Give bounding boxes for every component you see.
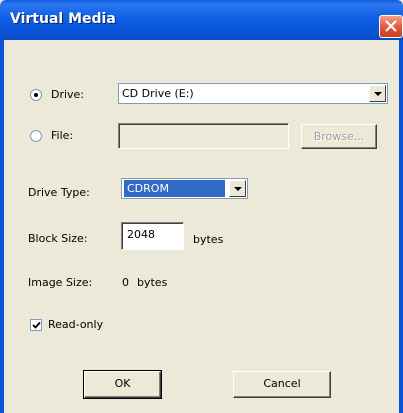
drive-type-select[interactable]: CDROM <box>121 178 248 199</box>
drive-label: Drive: <box>51 88 85 101</box>
image-size-label: Image Size: <box>28 276 93 289</box>
ok-button-label: OK <box>114 377 131 390</box>
drive-radio[interactable] <box>30 89 42 101</box>
drive-radio-dot <box>34 93 38 97</box>
chevron-down-icon <box>234 187 242 191</box>
drive-dropdown-button[interactable] <box>369 85 386 102</box>
drive-type-dropdown-button[interactable] <box>229 180 246 197</box>
chevron-down-icon <box>374 92 382 96</box>
close-icon <box>385 20 397 32</box>
window-title: Virtual Media <box>10 11 116 27</box>
drive-type-value: CDROM <box>124 180 225 197</box>
browse-button-label: Browse... <box>313 130 365 143</box>
dialog-body: Drive: CD Drive (E:) File: Browse... Dri… <box>4 40 399 413</box>
cancel-button[interactable]: Cancel <box>233 371 331 398</box>
cancel-button-label: Cancel <box>263 377 301 390</box>
image-size-value: 0 <box>122 276 129 289</box>
file-radio[interactable] <box>30 130 42 142</box>
file-path-input[interactable] <box>118 123 289 149</box>
drive-type-label: Drive Type: <box>28 186 90 199</box>
ok-button[interactable]: OK <box>83 370 162 399</box>
image-size-unit: bytes <box>137 276 168 289</box>
block-size-input[interactable]: 2048 <box>121 222 184 250</box>
checkmark-icon <box>32 321 41 329</box>
block-size-unit: bytes <box>193 233 224 246</box>
drive-select[interactable]: CD Drive (E:) <box>118 83 388 104</box>
drive-select-value: CD Drive (E:) <box>122 87 194 100</box>
file-label: File: <box>51 129 74 142</box>
block-size-value: 2048 <box>127 228 155 241</box>
close-button[interactable] <box>379 15 403 38</box>
title-bar[interactable]: Virtual Media <box>0 0 403 40</box>
block-size-label: Block Size: <box>28 232 88 245</box>
browse-button[interactable]: Browse... <box>301 124 377 149</box>
read-only-label: Read-only <box>48 318 104 331</box>
window-frame-right <box>399 40 403 413</box>
read-only-checkbox[interactable] <box>30 319 42 331</box>
